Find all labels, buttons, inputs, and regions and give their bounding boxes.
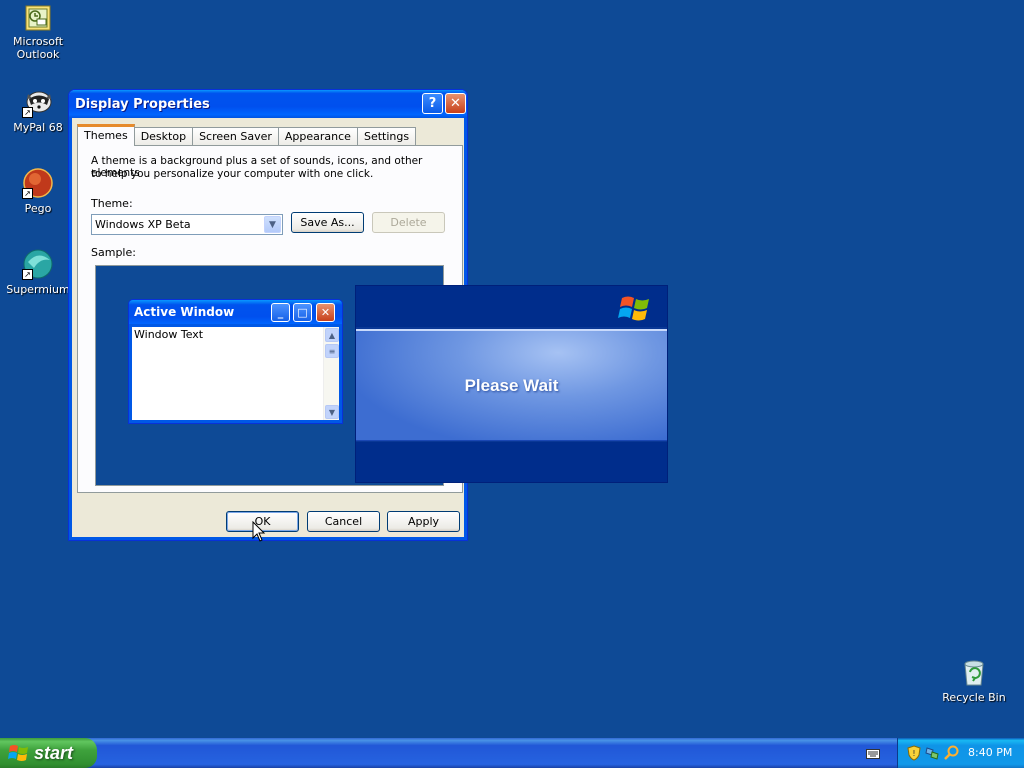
sample-active-window: Active Window _ □ ✕ Window Text ▲ ≡ ▼	[128, 299, 343, 424]
close-icon: ✕	[316, 303, 335, 322]
desktop-icon-label: MyPal 68	[13, 121, 63, 134]
tab-desktop[interactable]: Desktop	[133, 127, 194, 146]
desktop-icon-label: Pego	[24, 202, 52, 215]
please-wait-text: Please Wait	[464, 375, 559, 395]
apply-button[interactable]: Apply	[387, 511, 460, 532]
please-wait-footer	[356, 442, 667, 482]
help-button[interactable]: ?	[422, 93, 443, 114]
chevron-down-icon[interactable]: ▼	[264, 216, 281, 233]
save-as-button[interactable]: Save As...	[291, 212, 364, 233]
theme-description-line2: to help you personalize your computer wi…	[91, 168, 374, 180]
search-icon[interactable]	[944, 745, 960, 761]
tab-strip: Themes Desktop Screen Saver Appearance S…	[77, 124, 417, 146]
system-tray: ! 8:40 PM	[897, 738, 1024, 768]
desktop-icon-label: Microsoft	[12, 35, 64, 48]
please-wait-header	[356, 286, 667, 327]
shortcut-arrow-icon: ↗	[22, 269, 33, 280]
sample-window-text: Window Text	[134, 328, 204, 341]
tab-appearance[interactable]: Appearance	[277, 127, 358, 146]
scroll-up-icon: ▲	[325, 328, 339, 342]
desktop-icon-label: Supermium	[6, 283, 70, 296]
mypal-icon: ↗	[22, 86, 54, 118]
titlebar[interactable]: Display Properties ? ✕	[69, 90, 467, 118]
start-label: start	[34, 742, 74, 763]
sample-scrollbar: ▲ ≡ ▼	[323, 327, 339, 420]
keyboard-icon[interactable]	[866, 749, 880, 759]
scroll-down-icon: ▼	[325, 405, 339, 419]
theme-select[interactable]: Windows XP Beta ▼	[91, 214, 283, 235]
security-shield-icon[interactable]: !	[906, 745, 922, 761]
desktop-icon-label: Recycle Bin	[942, 691, 1006, 704]
maximize-icon: □	[293, 303, 312, 322]
sample-window-title: Active Window	[134, 305, 235, 319]
taskbar: start ! 8:40 PM	[0, 738, 1024, 768]
close-button[interactable]: ✕	[445, 93, 466, 114]
pego-icon: ↗	[22, 167, 54, 199]
mouse-cursor-icon	[252, 521, 266, 542]
please-wait-body: Please Wait	[356, 329, 667, 441]
tab-settings[interactable]: Settings	[356, 127, 417, 146]
minimize-icon: _	[271, 303, 290, 322]
please-wait-dialog: Please Wait	[355, 285, 668, 483]
recycle-bin-icon	[958, 656, 990, 688]
desktop-icon-outlook[interactable]: Microsoft Outlook	[0, 4, 76, 61]
network-icon[interactable]	[924, 745, 940, 761]
sample-window-body: Window Text ▲ ≡ ▼	[132, 327, 339, 420]
desktop-icon-supermium[interactable]: ↗ Supermium	[0, 248, 76, 296]
window-title: Display Properties	[75, 96, 210, 112]
outlook-icon	[24, 4, 52, 32]
delete-button[interactable]: Delete	[372, 212, 445, 233]
sample-label: Sample:	[91, 246, 136, 259]
theme-label: Theme:	[91, 197, 133, 210]
desktop-icon-label: Outlook	[16, 48, 60, 61]
supermium-icon: ↗	[22, 248, 54, 280]
svg-text:!: !	[912, 749, 915, 758]
windows-flag-icon	[618, 296, 649, 321]
clock[interactable]: 8:40 PM	[968, 746, 1012, 759]
tab-themes[interactable]: Themes	[77, 124, 135, 146]
shortcut-arrow-icon: ↗	[22, 107, 33, 118]
theme-select-value: Windows XP Beta	[95, 218, 191, 231]
cancel-button[interactable]: Cancel	[307, 511, 380, 532]
shortcut-arrow-icon: ↗	[22, 188, 33, 199]
windows-logo-icon	[8, 745, 28, 761]
desktop-icon-recycle-bin[interactable]: Recycle Bin	[936, 656, 1012, 704]
tab-screen-saver[interactable]: Screen Saver	[192, 127, 279, 146]
scroll-thumb: ≡	[325, 344, 339, 358]
desktop-icon-mypal[interactable]: ↗ MyPal 68	[0, 86, 76, 134]
start-button[interactable]: start	[0, 738, 97, 768]
desktop-icon-pego[interactable]: ↗ Pego	[0, 167, 76, 215]
